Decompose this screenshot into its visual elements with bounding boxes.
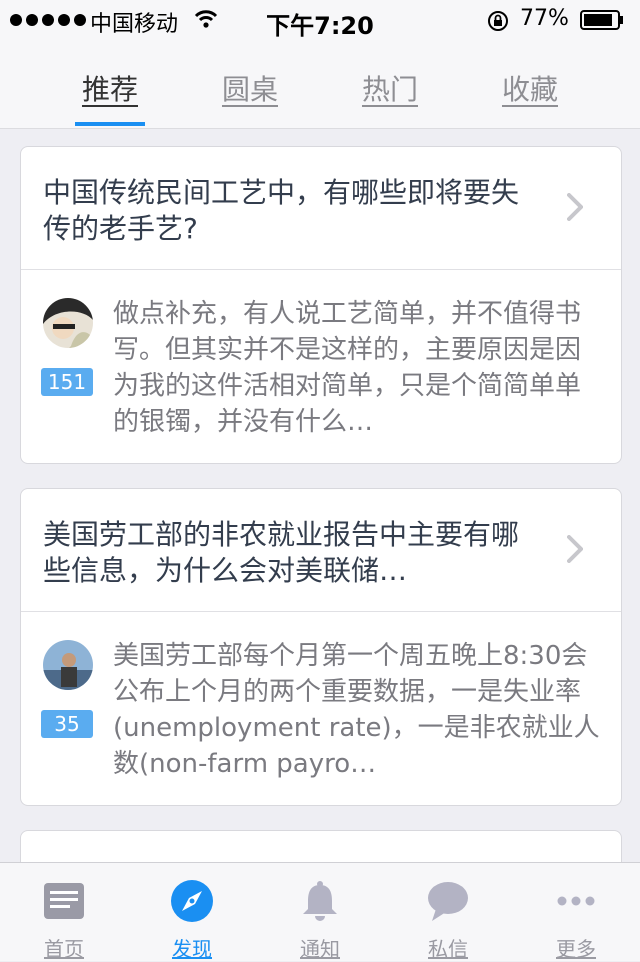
news-icon (44, 883, 84, 919)
tab-favorites[interactable]: 收藏 (470, 68, 590, 108)
nav-home-label: 首页 (44, 937, 84, 961)
nav-discover[interactable]: 发现 (128, 863, 256, 961)
chat-icon (428, 882, 468, 921)
nav-messages-label: 私信 (428, 937, 468, 961)
tab-roundtable[interactable]: 圆桌 (190, 68, 310, 108)
tab-recommend[interactable]: 推荐 (50, 68, 170, 108)
feed-card[interactable]: 美国劳工部的非农就业报告中主要有哪些信息，为什么会对美联储… 35 美国劳工部每… (20, 488, 622, 806)
bell-icon (303, 881, 337, 921)
nav-home[interactable]: 首页 (0, 863, 128, 961)
bottom-tab-bar: 首页 发现 通知 私信 更多 (0, 862, 640, 961)
feed-card[interactable]: 中国传统民间工艺中，有哪些即将要失传的老手艺? 151 做点补充，有人说工艺简单… (20, 146, 622, 464)
avatar[interactable] (43, 640, 93, 690)
chevron-right-icon (567, 193, 583, 221)
question-row[interactable]: 中国传统民间工艺中，有哪些即将要失传的老手艺? (21, 147, 621, 270)
nav-discover-label: 发现 (172, 937, 212, 961)
active-tab-indicator (75, 122, 145, 126)
chevron-right-icon (567, 535, 583, 563)
tab-hot[interactable]: 热门 (330, 68, 450, 108)
compass-icon (171, 880, 213, 922)
answer-excerpt[interactable]: 美国劳工部每个月第一个周五晚上8:30会公布上个月的两个重要数据，一是失业率(u… (113, 638, 601, 782)
question-title[interactable]: 美国劳工部的非农就业报告中主要有哪些信息，为什么会对美联储… (43, 517, 543, 589)
nav-more-label: 更多 (556, 937, 596, 961)
status-bar: 中国移动 下午7:20 77% (0, 0, 640, 40)
avatar[interactable] (43, 298, 93, 348)
vote-count-badge: 35 (41, 710, 93, 738)
nav-messages[interactable]: 私信 (384, 863, 512, 961)
question-row[interactable]: 美国劳工部的非农就业报告中主要有哪些信息，为什么会对美联储… (21, 489, 621, 612)
answer-excerpt[interactable]: 做点补充，有人说工艺简单，并不值得书写。但其实并不是这样的，主要原因是因为我的这… (113, 296, 601, 440)
nav-notifications-label: 通知 (300, 937, 340, 961)
top-tab-bar: 推荐 圆桌 热门 收藏 (0, 40, 640, 129)
battery-percent: 77% (520, 6, 569, 31)
question-title[interactable]: 中国传统民间工艺中，有哪些即将要失传的老手艺? (43, 175, 543, 247)
answer-row[interactable]: 35 美国劳工部每个月第一个周五晚上8:30会公布上个月的两个重要数据，一是失业… (21, 612, 621, 805)
battery-icon (580, 10, 623, 30)
nav-more[interactable]: 更多 (512, 863, 640, 961)
nav-notifications[interactable]: 通知 (256, 863, 384, 961)
more-icon (557, 896, 595, 906)
rotation-lock-icon (488, 11, 508, 31)
answer-row[interactable]: 151 做点补充，有人说工艺简单，并不值得书写。但其实并不是这样的，主要原因是因… (21, 270, 621, 463)
vote-count-badge: 151 (41, 368, 93, 396)
